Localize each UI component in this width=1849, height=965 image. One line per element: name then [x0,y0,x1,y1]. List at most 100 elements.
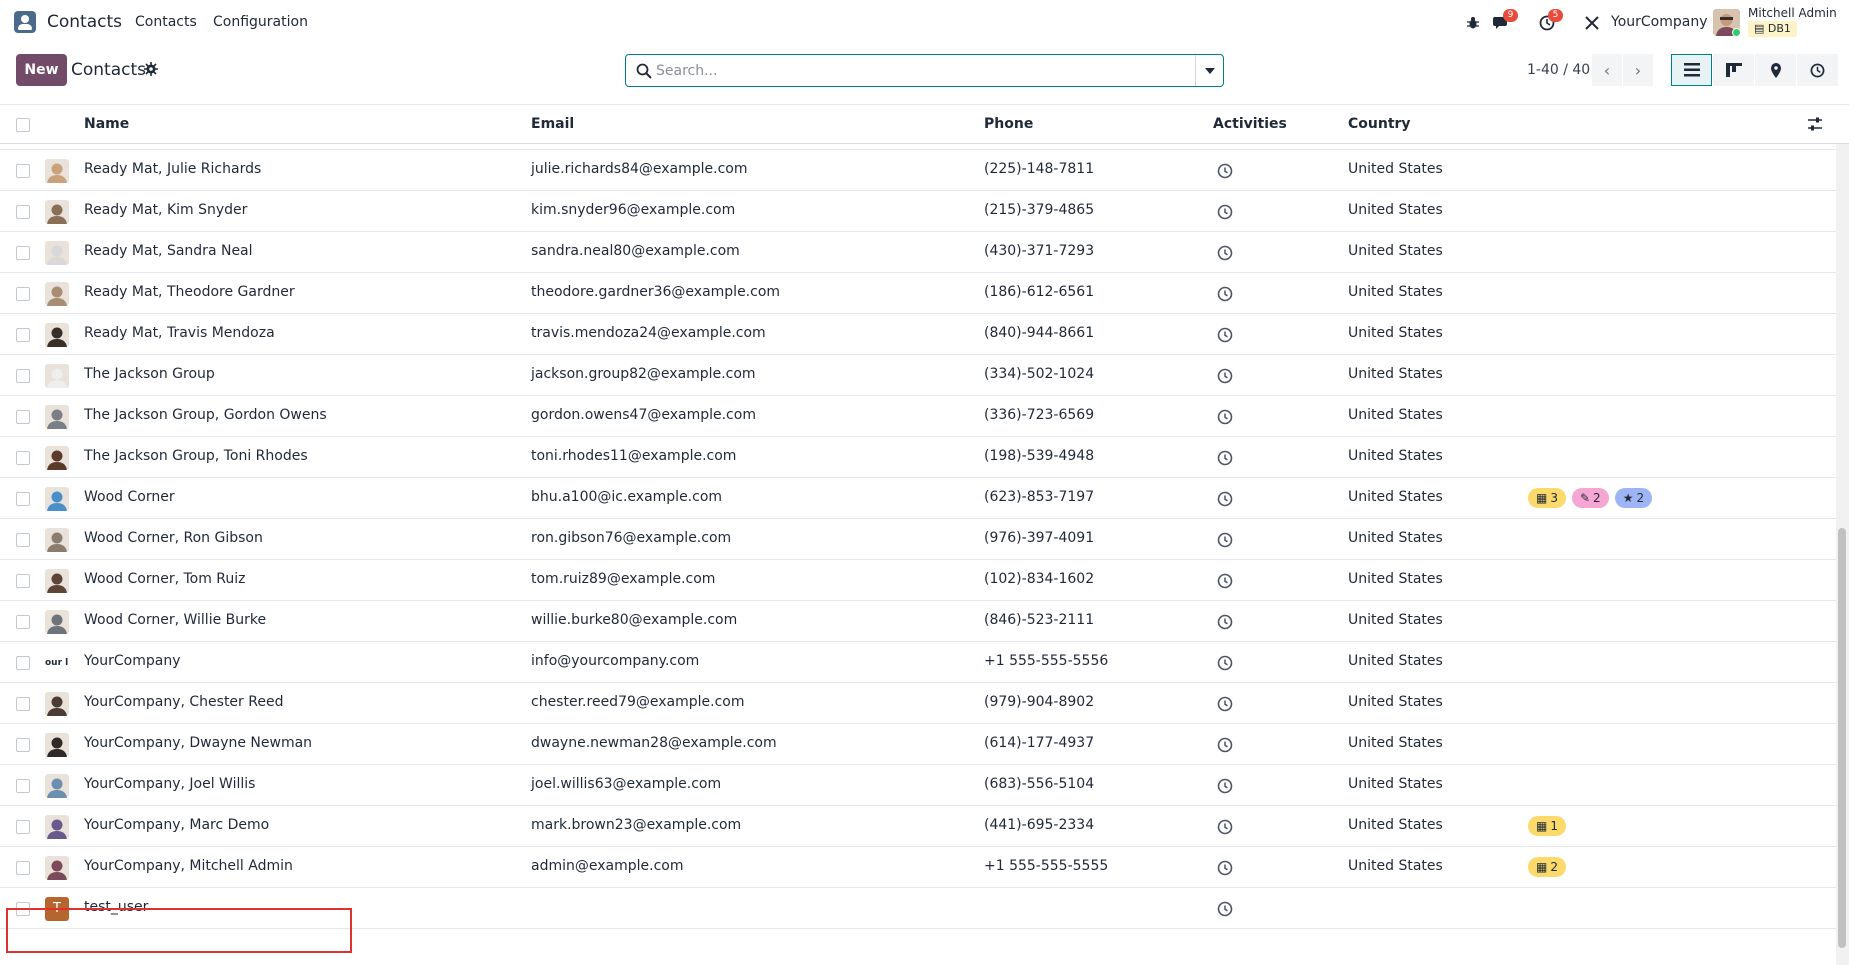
table-row[interactable]: The Jackson Group, Toni Rhodes toni.rhode… [0,437,1836,478]
user-name[interactable]: Mitchell Admin [1748,6,1837,20]
contact-name[interactable]: The Jackson Group, Gordon Owens [84,407,327,423]
table-row[interactable]: Ready Mat, Theodore Gardner theodore.gard… [0,273,1836,314]
activity-clock-icon[interactable] [1217,368,1233,384]
row-checkbox[interactable] [16,451,30,465]
row-checkbox[interactable] [16,164,30,178]
activity-clock-icon[interactable] [1217,327,1233,343]
activity-clock-icon[interactable] [1217,532,1233,548]
table-row[interactable]: our l YourCompany info@yourcompany.com +1 5… [0,642,1836,683]
menu-configuration[interactable]: Configuration [213,14,308,30]
column-header-activities[interactable]: Activities [1213,116,1287,132]
search-input[interactable] [656,60,1176,82]
contacts-app-icon[interactable] [14,11,36,33]
row-checkbox[interactable] [16,410,30,424]
activity-view-button[interactable] [1797,54,1838,86]
pager-previous-button[interactable]: ‹ [1592,54,1622,86]
table-row[interactable]: Ready Mat, Travis Mendoza travis.mendoza2… [0,314,1836,355]
map-view-button[interactable] [1755,54,1796,86]
pager-next-button[interactable]: › [1623,54,1653,86]
activity-clock-icon[interactable] [1217,901,1233,917]
row-checkbox[interactable] [16,287,30,301]
contact-name[interactable]: YourCompany, Dwayne Newman [84,735,312,751]
new-button[interactable]: New [16,54,67,86]
company-switcher[interactable]: YourCompany [1611,14,1708,30]
activity-clock-icon[interactable] [1217,573,1233,589]
scrollbar-thumb[interactable] [1838,528,1846,948]
gear-icon[interactable] [144,62,158,76]
column-header-country[interactable]: Country [1348,116,1411,132]
app-name[interactable]: Contacts [47,12,122,32]
activity-clock-icon[interactable] [1217,778,1233,794]
row-checkbox[interactable] [16,328,30,342]
row-checkbox[interactable] [16,738,30,752]
bug-icon[interactable] [1462,12,1484,34]
activity-clock-icon[interactable] [1217,737,1233,753]
tag-pill[interactable]: ✎ 2 [1571,488,1609,508]
column-header-email[interactable]: Email [531,116,574,132]
table-row[interactable]: Wood Corner, Tom Ruiz tom.ruiz89@example.… [0,560,1836,601]
contact-name[interactable]: Wood Corner, Tom Ruiz [84,571,246,587]
select-all-checkbox[interactable] [16,118,30,132]
table-row[interactable]: Ready Mat, Julie Richards julie.richards8… [0,150,1836,191]
contact-name[interactable]: YourCompany, Joel Willis [84,776,255,792]
contact-name[interactable]: Ready Mat, Julie Richards [84,161,261,177]
activity-clock-icon[interactable] [1217,860,1233,876]
contact-name[interactable]: The Jackson Group [84,366,215,382]
pager-value[interactable]: 1-40 / 40 [1527,62,1590,78]
activities-clock-icon[interactable]: 5 [1536,9,1563,34]
contact-name[interactable]: The Jackson Group, Toni Rhodes [84,448,308,464]
row-checkbox[interactable] [16,246,30,260]
row-checkbox[interactable] [16,820,30,834]
contact-name[interactable]: Wood Corner, Willie Burke [84,612,266,628]
row-checkbox[interactable] [16,615,30,629]
table-row[interactable]: YourCompany, Marc Demo mark.brown23@examp… [0,806,1836,847]
activity-clock-icon[interactable] [1217,163,1233,179]
table-row[interactable]: YourCompany, Joel Willis joel.willis63@ex… [0,765,1836,806]
row-checkbox[interactable] [16,574,30,588]
tag-pill[interactable]: ▦ 3 [1528,488,1566,508]
row-checkbox[interactable] [16,369,30,383]
table-row[interactable]: YourCompany, Mitchell Admin admin@example… [0,847,1836,888]
vertical-scrollbar[interactable] [1836,128,1849,965]
user-avatar[interactable] [1713,9,1740,36]
table-row[interactable]: Ready Mat, Sandra Neal sandra.neal80@exam… [0,232,1836,273]
contact-name[interactable]: Wood Corner, Ron Gibson [84,530,263,546]
messages-icon[interactable]: 9 [1491,9,1518,34]
contact-name[interactable]: Ready Mat, Theodore Gardner [84,284,295,300]
table-row[interactable]: The Jackson Group, Gordon Owens gordon.ow… [0,396,1836,437]
search-options-toggle[interactable] [1195,55,1223,86]
contact-name[interactable]: Wood Corner [84,489,175,505]
table-row[interactable]: YourCompany, Dwayne Newman dwayne.newman2… [0,724,1836,765]
tag-pill[interactable]: ▦ 1 [1528,816,1566,836]
activity-clock-icon[interactable] [1217,819,1233,835]
tag-pill[interactable]: ★ 2 [1614,488,1653,508]
activity-clock-icon[interactable] [1217,409,1233,425]
activity-clock-icon[interactable] [1217,655,1233,671]
contact-name[interactable]: Ready Mat, Kim Snyder [84,202,247,218]
activity-clock-icon[interactable] [1217,245,1233,261]
table-row[interactable]: The Jackson Group jackson.group82@example… [0,355,1836,396]
menu-contacts[interactable]: Contacts [135,14,197,30]
tag-pill[interactable]: ▦ 2 [1528,857,1566,877]
row-checkbox[interactable] [16,533,30,547]
activity-clock-icon[interactable] [1217,450,1233,466]
table-row[interactable]: Wood Corner, Willie Burke willie.burke80@… [0,601,1836,642]
contact-name[interactable]: Ready Mat, Sandra Neal [84,243,253,259]
column-header-name[interactable]: Name [84,116,129,132]
contact-name[interactable]: YourCompany, Marc Demo [84,817,269,833]
activity-clock-icon[interactable] [1217,491,1233,507]
table-row[interactable]: Ready Mat, Kim Snyder kim.snyder96@exampl… [0,191,1836,232]
optional-columns-icon[interactable] [1807,116,1823,132]
tools-icon[interactable] [1581,12,1603,34]
contact-name[interactable]: YourCompany, Mitchell Admin [84,858,293,874]
contact-name[interactable]: YourCompany [84,653,181,669]
contact-name[interactable]: Ready Mat, Travis Mendoza [84,325,275,341]
row-checkbox[interactable] [16,205,30,219]
row-checkbox[interactable] [16,779,30,793]
column-header-phone[interactable]: Phone [984,116,1033,132]
table-row[interactable]: Wood Corner bhu.a100@ic.example.com (623)-… [0,478,1836,519]
activity-clock-icon[interactable] [1217,696,1233,712]
activity-clock-icon[interactable] [1217,204,1233,220]
activity-clock-icon[interactable] [1217,286,1233,302]
row-checkbox[interactable] [16,861,30,875]
